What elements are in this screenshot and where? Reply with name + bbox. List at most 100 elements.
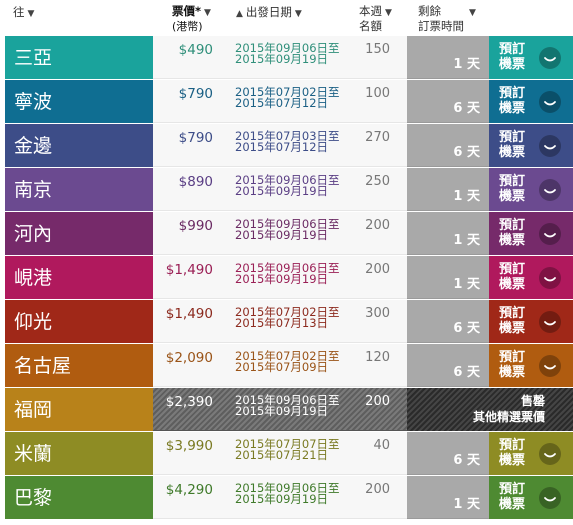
sort-by-destination[interactable]: 往 ▼ bbox=[13, 6, 34, 21]
travel-dates: 2015年07月02日至 2015年07月13日 bbox=[235, 306, 340, 330]
seat-count: 250 bbox=[365, 174, 390, 189]
destination-cell[interactable]: 名古屋 bbox=[5, 344, 153, 387]
fare-price: $4,290 bbox=[165, 482, 213, 498]
smile-icon bbox=[539, 267, 561, 289]
remaining-time: 6 天 bbox=[407, 300, 489, 343]
remaining-days: 6 bbox=[453, 145, 463, 160]
destination-name: 南京 bbox=[14, 179, 53, 201]
seats-header-label-2: 名額 bbox=[359, 19, 382, 33]
book-ticket-button[interactable]: 預訂機票 bbox=[489, 432, 573, 475]
smile-icon bbox=[539, 47, 561, 69]
seat-count: 200 bbox=[365, 218, 390, 233]
fare-details: $490 2015年09月06日至 2015年09月19日 150 bbox=[153, 36, 407, 79]
remaining-days: 1 bbox=[453, 233, 463, 248]
book-ticket-button[interactable]: 預訂機票 bbox=[489, 256, 573, 299]
remaining-time: 6 天 bbox=[407, 124, 489, 167]
table-row[interactable]: 米蘭 $3,990 2015年07月07日至 2015年07月21日 40 6 天預訂機票 bbox=[5, 432, 573, 475]
other-fares-label: 其他精選票價 bbox=[472, 410, 545, 424]
destination-cell[interactable]: 峴港 bbox=[5, 256, 153, 299]
day-unit: 天 bbox=[466, 189, 480, 204]
date-to: 2015年07月13日 bbox=[235, 316, 329, 330]
price-header-label: 票價* bbox=[172, 4, 202, 18]
table-row[interactable]: 福岡 $2,390 2015年09月06日至 2015年09月19日 200 售罄 其他精選… bbox=[5, 388, 573, 431]
fare-price: $2,390 bbox=[165, 394, 213, 410]
seat-count: 150 bbox=[365, 42, 390, 57]
book-ticket-button[interactable]: 預訂機票 bbox=[489, 344, 573, 387]
book-ticket-button[interactable]: 預訂機票 bbox=[489, 300, 573, 343]
sold-out-other-fares-button[interactable]: 售罄 其他精選票價 bbox=[407, 388, 573, 431]
destination-name: 寧波 bbox=[14, 91, 53, 113]
remaining-days: 6 bbox=[453, 453, 463, 468]
book-ticket-label: 預訂機票 bbox=[499, 482, 526, 512]
seats-header-label: 本週 bbox=[359, 4, 382, 18]
book-ticket-button[interactable]: 預訂機票 bbox=[489, 36, 573, 79]
fare-details: $890 2015年09月06日至 2015年09月19日 250 bbox=[153, 168, 407, 211]
book-ticket-label: 預訂機票 bbox=[499, 218, 526, 248]
table-row[interactable]: 三亞 $490 2015年09月06日至 2015年09月19日 150 1 天預訂機票 bbox=[5, 36, 573, 79]
day-unit: 天 bbox=[466, 453, 480, 468]
table-row[interactable]: 寧波 $790 2015年07月02日至 2015年07月12日 100 6 天預訂機票 bbox=[5, 80, 573, 123]
sort-by-remaining[interactable]: 剩餘 ▼ 訂票時間 bbox=[418, 5, 476, 33]
smile-icon bbox=[539, 443, 561, 465]
table-row[interactable]: 巴黎 $4,290 2015年09月06日至 2015年09月19日 200 1 天預訂機… bbox=[5, 476, 573, 519]
destination-cell[interactable]: 米蘭 bbox=[5, 432, 153, 475]
destination-cell[interactable]: 金邊 bbox=[5, 124, 153, 167]
book-ticket-button[interactable]: 預訂機票 bbox=[489, 212, 573, 255]
remaining-time: 6 天 bbox=[407, 344, 489, 387]
book-ticket-button[interactable]: 預訂機票 bbox=[489, 124, 573, 167]
destination-cell[interactable]: 仰光 bbox=[5, 300, 153, 343]
destination-cell[interactable]: 南京 bbox=[5, 168, 153, 211]
seat-count: 200 bbox=[365, 394, 390, 409]
smile-icon bbox=[539, 355, 561, 377]
table-row[interactable]: 仰光 $1,490 2015年07月02日至 2015年07月13日 300 6 天預訂機… bbox=[5, 300, 573, 343]
day-unit: 天 bbox=[466, 277, 480, 292]
sort-by-date[interactable]: ▲ 出發日期 ▼ bbox=[236, 6, 302, 21]
sort-down-icon: ▼ bbox=[27, 9, 35, 19]
table-row[interactable]: 名古屋 $2,090 2015年07月02日至 2015年07月09日 120 6 天預訂… bbox=[5, 344, 573, 387]
date-header-label: 出發日期 bbox=[245, 5, 292, 19]
fare-details: $2,090 2015年07月02日至 2015年07月09日 120 bbox=[153, 344, 407, 387]
book-ticket-label: 預訂機票 bbox=[499, 438, 526, 468]
fare-details: $790 2015年07月03日至 2015年07月12日 270 bbox=[153, 124, 407, 167]
table-row[interactable]: 南京 $890 2015年09月06日至 2015年09月19日 250 1 天預訂機票 bbox=[5, 168, 573, 211]
date-to: 2015年07月09日 bbox=[235, 360, 329, 374]
sort-by-price[interactable]: 票價* ▼ (港幣) bbox=[172, 4, 211, 34]
fare-details: $990 2015年09月06日至 2015年09月19日 200 bbox=[153, 212, 407, 255]
date-to: 2015年07月21日 bbox=[235, 448, 329, 462]
sort-down-icon: ▼ bbox=[294, 9, 302, 19]
destination-cell[interactable]: 巴黎 bbox=[5, 476, 153, 519]
smile-icon bbox=[539, 311, 561, 333]
fare-price: $790 bbox=[178, 130, 213, 146]
table-row[interactable]: 河內 $990 2015年09月06日至 2015年09月19日 200 1 天預訂機票 bbox=[5, 212, 573, 255]
table-row[interactable]: 峴港 $1,490 2015年09月06日至 2015年09月19日 200 1 天預訂機… bbox=[5, 256, 573, 299]
remaining-days: 6 bbox=[453, 101, 463, 116]
table-row[interactable]: 金邊 $790 2015年07月03日至 2015年07月12日 270 6 天預訂機票 bbox=[5, 124, 573, 167]
remaining-days: 6 bbox=[453, 365, 463, 380]
date-to: 2015年09月19日 bbox=[235, 404, 329, 418]
destination-name: 河內 bbox=[14, 223, 53, 245]
travel-dates: 2015年07月07日至 2015年07月21日 bbox=[235, 438, 340, 462]
seat-count: 200 bbox=[365, 262, 390, 277]
destination-cell[interactable]: 寧波 bbox=[5, 80, 153, 123]
day-unit: 天 bbox=[466, 497, 480, 512]
seat-count: 100 bbox=[365, 86, 390, 101]
book-ticket-button[interactable]: 預訂機票 bbox=[489, 476, 573, 519]
smile-icon bbox=[539, 91, 561, 113]
seat-count: 300 bbox=[365, 306, 390, 321]
travel-dates: 2015年09月06日至 2015年09月19日 bbox=[235, 218, 340, 242]
book-ticket-button[interactable]: 預訂機票 bbox=[489, 80, 573, 123]
fare-details: $790 2015年07月02日至 2015年07月12日 100 bbox=[153, 80, 407, 123]
fare-price: $1,490 bbox=[165, 262, 213, 278]
seat-count: 40 bbox=[373, 438, 390, 453]
destination-cell[interactable]: 河內 bbox=[5, 212, 153, 255]
destination-name: 名古屋 bbox=[14, 355, 72, 377]
book-ticket-button[interactable]: 預訂機票 bbox=[489, 168, 573, 211]
travel-dates: 2015年07月02日至 2015年07月09日 bbox=[235, 350, 340, 374]
fare-price: $490 bbox=[178, 42, 213, 58]
destination-cell[interactable]: 三亞 bbox=[5, 36, 153, 79]
date-to: 2015年09月19日 bbox=[235, 228, 329, 242]
day-unit: 天 bbox=[466, 57, 480, 72]
day-unit: 天 bbox=[466, 233, 480, 248]
sort-by-seats[interactable]: 本週 ▼ 名額 bbox=[359, 5, 392, 33]
destination-cell[interactable]: 福岡 bbox=[5, 388, 153, 431]
